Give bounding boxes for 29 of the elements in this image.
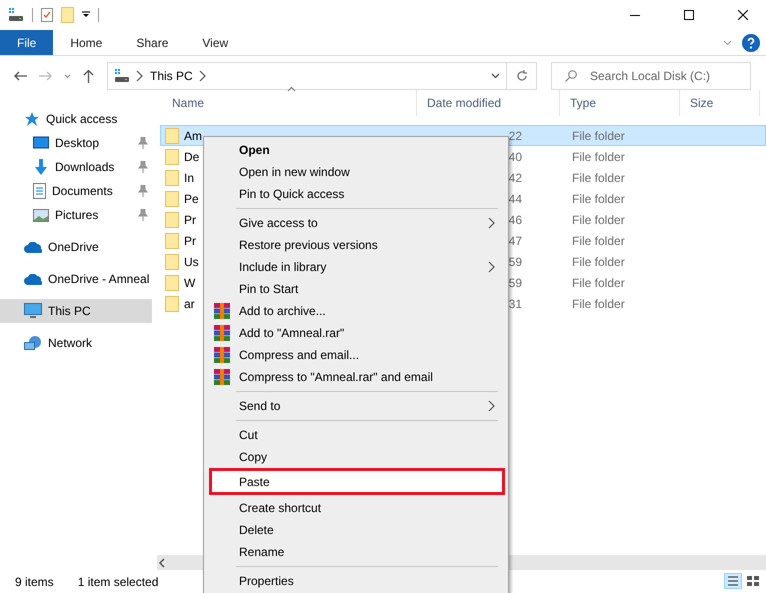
type-cell: File folder [572,234,625,248]
file-name: Am [184,128,202,142]
date-cell: 59 [508,254,522,268]
selection-count: 1 item selected [78,574,158,588]
date-cell: 46 [508,212,522,226]
date-cell: 22 [508,128,522,142]
file-name: W [184,276,196,290]
file-name: Pr [184,212,196,226]
type-cell: File folder [572,192,625,206]
file-name: De [184,150,200,164]
file-name: Us [184,254,199,268]
type-cell: File folder [572,276,625,290]
type-cell: File folder [572,150,625,164]
type-cell: File folder [572,212,625,226]
type-cell: File folder [572,254,625,268]
file-name: In [184,170,194,184]
date-cell: 47 [508,234,522,248]
date-cell: 42 [508,170,522,184]
file-name: ar [184,296,195,310]
file-name: Pe [184,192,199,206]
date-cell: 31 [508,296,522,310]
file-name: Pr [184,234,196,248]
item-count: 9 items [15,574,54,588]
type-cell: File folder [572,128,625,142]
date-cell: 44 [508,192,522,206]
date-cell: 40 [508,150,522,164]
date-cell: 59 [508,276,522,290]
type-cell: File folder [572,296,625,310]
type-cell: File folder [572,170,625,184]
